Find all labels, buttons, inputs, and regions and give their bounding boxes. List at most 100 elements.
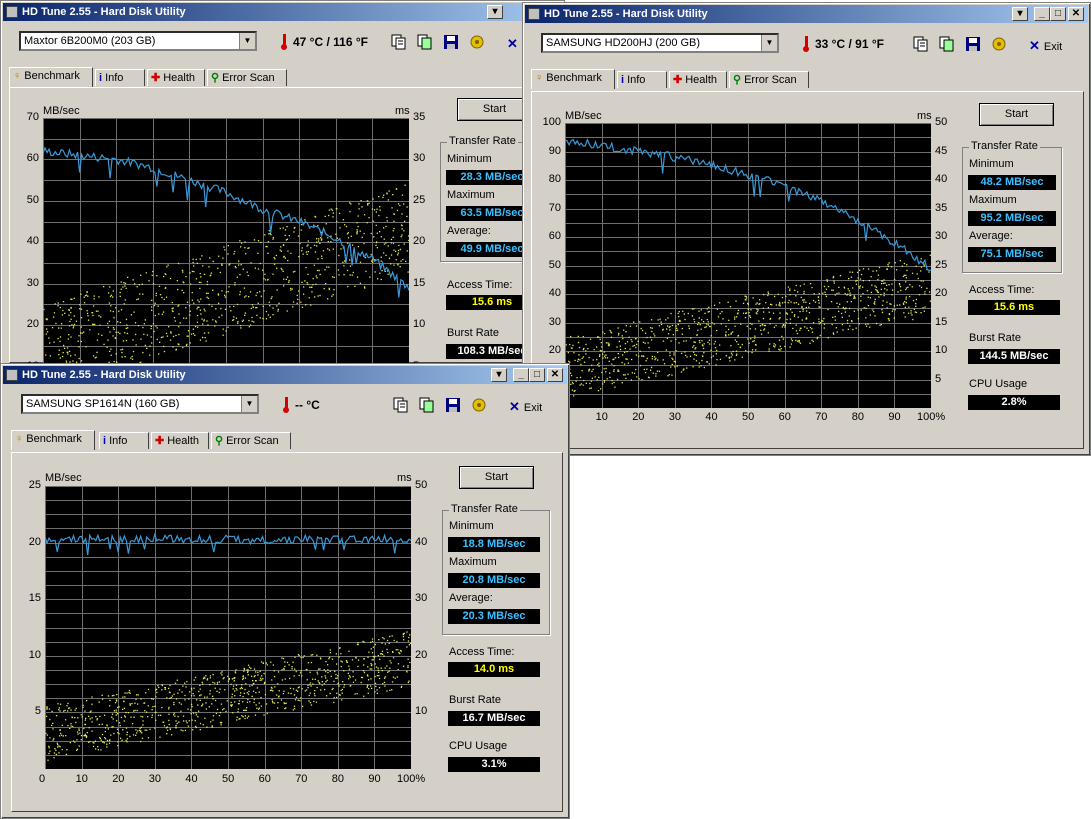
close-button[interactable]: ✕	[1068, 7, 1084, 21]
access-time-point	[163, 345, 165, 348]
access-time-point	[286, 661, 289, 664]
access-time-point	[601, 346, 603, 348]
access-time-point	[729, 360, 731, 362]
tab-info[interactable]: i Info	[617, 71, 667, 88]
y-tick-left: 30	[26, 276, 39, 289]
maximum-value: 95.2 MB/sec	[968, 211, 1056, 226]
access-time-point	[737, 335, 739, 337]
access-time-point	[121, 348, 124, 350]
tab-health[interactable]: ✚ Health	[151, 432, 209, 449]
access-time-point	[928, 291, 931, 293]
access-time-point	[263, 714, 265, 716]
access-time-point	[215, 321, 217, 323]
tab-benchmark[interactable]: ♀ Benchmark	[531, 69, 615, 89]
access-time-point	[173, 317, 176, 319]
title-bar[interactable]: HD Tune 2.55 - Hard Disk Utility ▾ _ □ ✕	[525, 5, 1088, 23]
start-button[interactable]: Start	[459, 466, 534, 489]
tab-info[interactable]: i Info	[95, 69, 145, 86]
minimize-button[interactable]: _	[513, 368, 529, 382]
chevron-down-icon[interactable]: ▼	[241, 396, 257, 412]
copy-text-icon[interactable]	[391, 34, 407, 50]
copy-screenshot-icon[interactable]	[939, 36, 955, 52]
access-time-point	[107, 322, 109, 325]
access-time-point	[294, 656, 296, 658]
access-time-point	[204, 696, 206, 698]
access-time-point	[238, 718, 240, 720]
access-time-point	[635, 354, 637, 356]
access-time-point	[655, 373, 657, 375]
options-icon[interactable]	[469, 34, 485, 50]
access-time-point	[734, 318, 736, 320]
copy-text-icon[interactable]	[913, 36, 929, 52]
maximize-button[interactable]: □	[1050, 7, 1066, 21]
access-time-point	[59, 357, 61, 359]
options-icon[interactable]	[991, 36, 1007, 52]
dropdown-menu-button[interactable]: ▾	[491, 368, 507, 382]
access-time-point	[132, 279, 134, 281]
access-time-point	[53, 312, 56, 314]
start-button[interactable]: Start	[457, 98, 532, 121]
access-time-point	[154, 705, 156, 707]
access-time-point	[621, 335, 623, 337]
drive-select[interactable]: Maxtor 6B200M0 (203 GB) ▼	[19, 31, 257, 51]
drive-select[interactable]: SAMSUNG SP1614N (160 GB) ▼	[21, 394, 259, 414]
access-time-point	[240, 327, 242, 329]
save-icon[interactable]	[965, 36, 981, 52]
tab-health[interactable]: ✚ Health	[669, 71, 727, 88]
tab-health[interactable]: ✚ Health	[147, 69, 205, 86]
drive-select[interactable]: SAMSUNG HD200HJ (200 GB) ▼	[541, 33, 779, 53]
access-time-point	[314, 689, 316, 692]
access-time-point	[112, 726, 114, 728]
access-time-point	[800, 296, 802, 299]
tab-error-scan[interactable]: ⚲ Error Scan	[729, 71, 809, 88]
access-time-point	[583, 379, 585, 382]
tab-error-scan[interactable]: ⚲ Error Scan	[211, 432, 291, 449]
minimize-button[interactable]: _	[1034, 7, 1050, 21]
tab-benchmark[interactable]: ♀ Benchmark	[9, 67, 93, 87]
access-time-point	[710, 335, 712, 337]
exit-button[interactable]: ✕ Exit	[509, 399, 542, 415]
exit-button[interactable]: ✕	[507, 36, 522, 52]
y-tick-left: 5	[34, 705, 41, 718]
exit-button[interactable]: ✕ Exit	[1029, 38, 1062, 54]
access-time-point	[624, 342, 627, 345]
access-time-point	[68, 334, 70, 336]
access-time-point	[604, 357, 607, 359]
close-button[interactable]: ✕	[547, 368, 563, 382]
dropdown-menu-button[interactable]: ▾	[487, 5, 503, 19]
tab-error-scan[interactable]: ⚲ Error Scan	[207, 69, 287, 86]
start-button[interactable]: Start	[979, 103, 1054, 126]
access-time-point	[158, 686, 160, 689]
copy-screenshot-icon[interactable]	[419, 397, 435, 413]
access-time-point	[237, 708, 239, 710]
copy-text-icon[interactable]	[393, 397, 409, 413]
save-icon[interactable]	[443, 34, 459, 50]
access-time-point	[101, 733, 104, 736]
chevron-down-icon[interactable]: ▼	[239, 33, 255, 49]
save-icon[interactable]	[445, 397, 461, 413]
access-time-point	[332, 212, 334, 214]
dropdown-menu-button[interactable]: ▾	[1012, 7, 1028, 21]
tab-info[interactable]: i Info	[99, 432, 149, 449]
access-time-point	[219, 711, 221, 714]
access-time-point	[736, 313, 739, 315]
access-time-point	[338, 656, 340, 658]
access-time-point	[233, 253, 235, 255]
exit-label: Exit	[523, 402, 543, 414]
maximize-button[interactable]: □	[529, 368, 545, 382]
access-time-point	[831, 323, 833, 326]
access-time-point	[116, 728, 119, 730]
options-icon[interactable]	[471, 397, 487, 413]
title-bar[interactable]: HD Tune 2.55 - Hard Disk Utility ▾	[3, 3, 562, 21]
copy-screenshot-icon[interactable]	[417, 34, 433, 50]
tab-benchmark[interactable]: ♀ Benchmark	[11, 430, 95, 450]
access-time-point	[719, 302, 721, 304]
chevron-down-icon[interactable]: ▼	[761, 35, 777, 51]
access-time-point	[617, 334, 620, 336]
access-time-point	[358, 208, 360, 210]
access-time-point	[832, 316, 834, 318]
access-time-point	[244, 715, 247, 717]
access-time-point	[337, 269, 339, 271]
title-bar[interactable]: HD Tune 2.55 - Hard Disk Utility ▾ _ □ ✕	[3, 366, 567, 384]
access-time-point	[115, 353, 117, 355]
